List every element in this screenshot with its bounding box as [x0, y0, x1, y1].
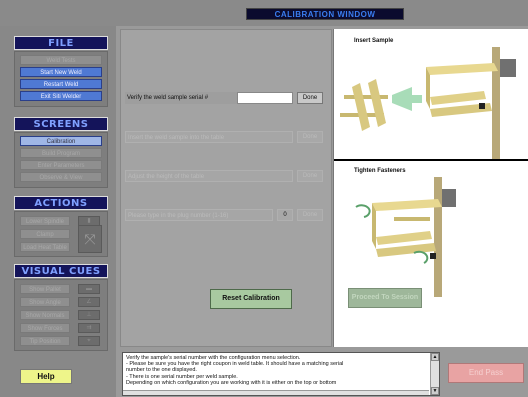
plug-input[interactable]: 0 — [277, 209, 293, 221]
height-label: Adjust the height of the table — [125, 170, 293, 182]
proceed-to-session-button[interactable]: Proceed To Session — [348, 288, 422, 308]
image-divider — [334, 159, 528, 161]
forces-icon: ⇉ — [78, 323, 100, 333]
build-program-button[interactable]: Build Program — [20, 148, 102, 158]
help-button[interactable]: Help — [20, 369, 72, 384]
height-done-button[interactable]: Done — [297, 170, 323, 182]
sidebar: FILE Weld Tests Start New Weld Restart W… — [0, 26, 116, 397]
pallet-icon: ▬ — [78, 284, 100, 294]
screens-header: SCREENS — [14, 117, 108, 131]
calibration-form: Verify the weld sample serial # Done Ins… — [120, 29, 332, 347]
message-line: Depending on which configuration you are… — [126, 379, 337, 386]
enter-parameters-button[interactable]: Enter Parameters — [20, 160, 102, 170]
plug-label: Please type in the plug number (1-16) — [125, 209, 273, 221]
serial-input[interactable] — [237, 92, 293, 104]
serial-done-button[interactable]: Done — [297, 92, 323, 104]
plug-done-button[interactable]: Done — [297, 209, 323, 221]
weld-tests-button[interactable]: Weld Tests — [20, 55, 102, 65]
exit-button[interactable]: Exit Siti Welder — [20, 91, 102, 101]
tighten-fasteners-illustration — [355, 177, 456, 297]
title-bar: CALIBRATION WINDOW — [0, 0, 528, 26]
lower-spindle-button[interactable]: Lower Spindle — [20, 216, 70, 226]
main-area: Verify the weld sample serial # Done Ins… — [116, 26, 528, 397]
insert-sample-caption: Insert Sample — [354, 38, 394, 44]
visual-cues-header: VISUAL CUES — [14, 264, 108, 278]
insert-sample-illustration — [340, 47, 516, 159]
clamp-icon: ⤧ — [78, 225, 102, 253]
show-pallet-button[interactable]: Show Pallet — [20, 284, 70, 294]
file-header: FILE — [14, 36, 108, 50]
reset-calibration-button[interactable]: Reset Calibration — [210, 289, 292, 309]
tip-icon: ⌖ — [78, 336, 100, 346]
insert-done-button[interactable]: Done — [297, 131, 323, 143]
vertical-scrollbar[interactable]: ▲ ▼ — [430, 353, 439, 395]
scroll-down-icon[interactable]: ▼ — [431, 387, 439, 395]
load-heat-table-button[interactable]: Load Heat Table — [20, 242, 70, 252]
clamp-button[interactable]: Clamp — [20, 229, 70, 239]
tighten-fasteners-caption: Tighten Fasteners — [354, 168, 406, 174]
window-title: CALIBRATION WINDOW — [246, 8, 404, 20]
horizontal-scrollbar[interactable] — [123, 390, 429, 395]
show-angle-button[interactable]: Show Angle — [20, 297, 70, 307]
form-row-serial: Verify the weld sample serial # Done — [125, 92, 327, 104]
form-row-insert: Insert the weld sample into the table Do… — [125, 131, 327, 143]
show-forces-button[interactable]: Show Forces — [20, 323, 70, 333]
start-new-weld-button[interactable]: Start New Weld — [20, 67, 102, 77]
tip-position-button[interactable]: Tip Position — [20, 336, 70, 346]
scroll-up-icon[interactable]: ▲ — [431, 353, 439, 361]
form-row-plug: Please type in the plug number (1-16) 0 … — [125, 209, 327, 221]
angle-icon: ∠ — [78, 297, 100, 307]
end-pass-button[interactable]: End Pass — [448, 363, 524, 383]
actions-header: ACTIONS — [14, 196, 108, 210]
instructions-textbox[interactable]: Verify the sample's serial number with t… — [122, 352, 440, 396]
insert-label: Insert the weld sample into the table — [125, 131, 293, 143]
calibration-button[interactable]: Calibration — [20, 136, 102, 146]
form-row-height: Adjust the height of the table Done — [125, 170, 327, 182]
normals-icon: ⊥ — [78, 310, 100, 320]
observe-view-button[interactable]: Observe & View — [20, 172, 102, 182]
show-normals-button[interactable]: Show Normals — [20, 310, 70, 320]
restart-weld-button[interactable]: Restart Weld — [20, 79, 102, 89]
